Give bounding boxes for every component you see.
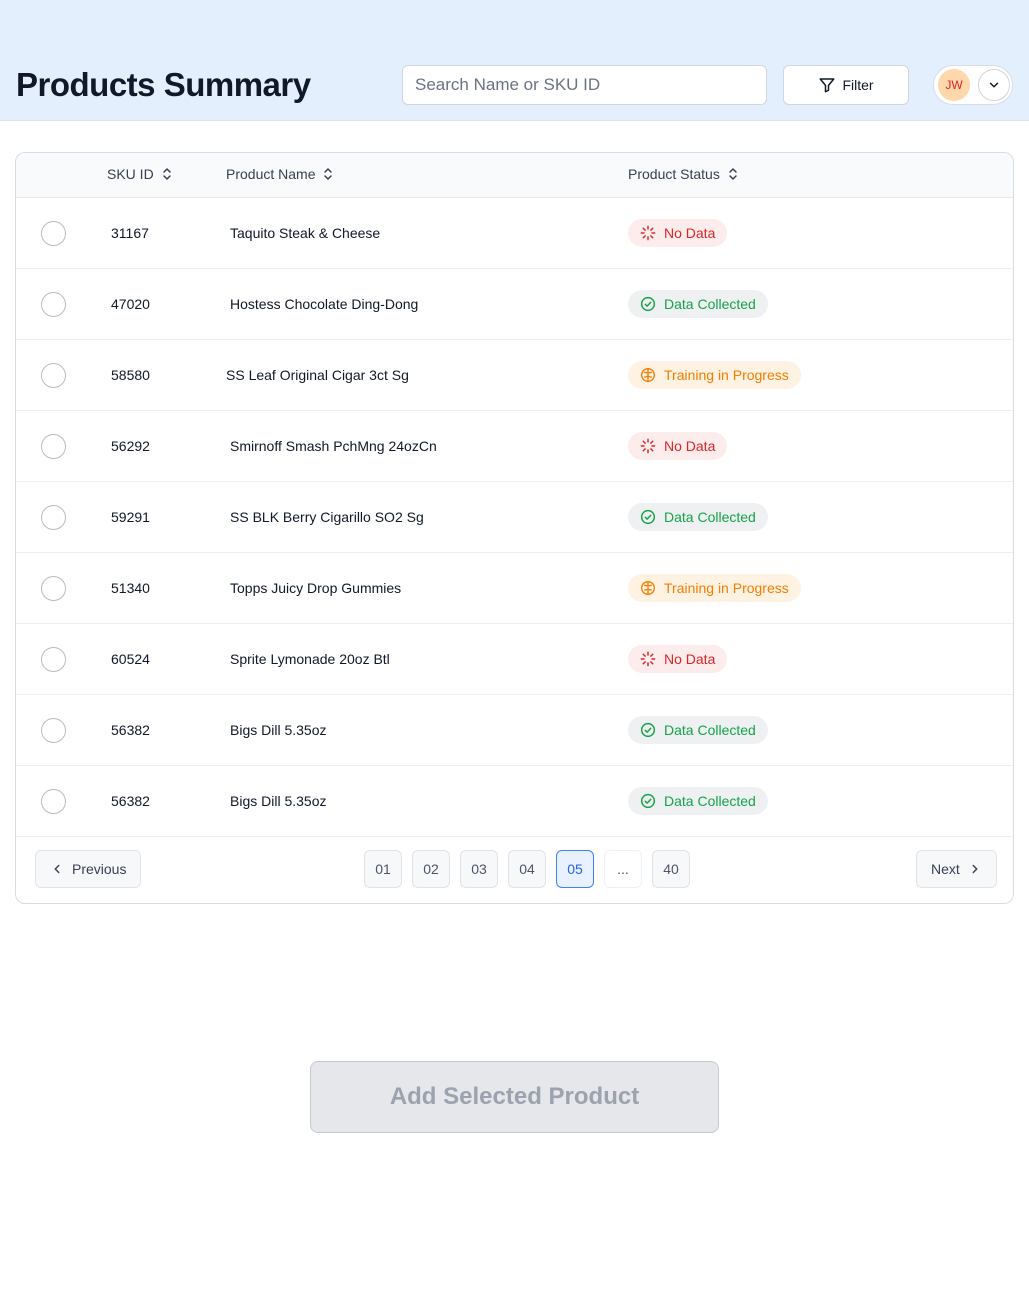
- user-menu-toggle[interactable]: [978, 69, 1010, 101]
- brain-icon: [641, 368, 655, 382]
- chevron-down-icon: [989, 82, 999, 88]
- status-label: Training in Progress: [664, 580, 789, 596]
- product-name-cell: Smirnoff Smash PchMng 24ozCn: [230, 438, 437, 454]
- avatar[interactable]: JW: [938, 69, 970, 101]
- brain-icon: [641, 581, 655, 595]
- row-select-radio[interactable]: [41, 363, 66, 388]
- column-header-name: Product Name: [226, 166, 316, 182]
- sku-id-cell: 56292: [111, 438, 150, 454]
- sort-sku-id[interactable]: SKU ID: [107, 166, 172, 182]
- table-row[interactable]: 56292 Smirnoff Smash PchMng 24ozCn No Data: [16, 411, 1013, 482]
- status-label: Data Collected: [664, 509, 756, 525]
- row-select-radio[interactable]: [41, 647, 66, 672]
- sort-product-status[interactable]: Product Status: [628, 166, 738, 182]
- search-input[interactable]: [402, 65, 767, 105]
- user-menu[interactable]: JW: [933, 65, 1013, 105]
- chevron-right-icon: [972, 864, 978, 874]
- status-badge: Data Collected: [628, 290, 768, 318]
- table-row[interactable]: 31167 Taquito Steak & Cheese No Data: [16, 198, 1013, 269]
- previous-label: Previous: [72, 861, 127, 877]
- table-header: SKU ID Product Name Product Status: [16, 153, 1013, 198]
- page-title: Products Summary: [16, 66, 311, 103]
- table-row[interactable]: 47020 Hostess Chocolate Ding-Dong Data Col…: [16, 269, 1013, 340]
- table-row[interactable]: 51340 Topps Juicy Drop Gummies Training in…: [16, 553, 1013, 624]
- product-name-cell: Sprite Lymonade 20oz Btl: [230, 651, 390, 667]
- page-ellipsis: ...: [604, 850, 642, 888]
- check-circle-icon: [640, 509, 656, 525]
- sku-id-cell: 56382: [111, 793, 150, 809]
- product-name-cell: Bigs Dill 5.35oz: [230, 793, 327, 809]
- row-select-radio[interactable]: [41, 505, 66, 530]
- table-row[interactable]: 56382 Bigs Dill 5.35oz Data Collected: [16, 766, 1013, 837]
- status-badge: No Data: [628, 645, 728, 673]
- next-button[interactable]: Next: [916, 850, 997, 888]
- page-button[interactable]: 02: [412, 850, 450, 888]
- status-badge: No Data: [628, 219, 728, 247]
- page-button[interactable]: 04: [508, 850, 546, 888]
- sort-icon: [324, 168, 333, 180]
- previous-button[interactable]: Previous: [35, 850, 142, 888]
- product-name-cell: Taquito Steak & Cheese: [230, 225, 381, 241]
- pagination: Previous 01 02 03 04 05 ... 40 Next: [16, 835, 1013, 903]
- sku-id-cell: 58580: [111, 367, 150, 383]
- sku-id-cell: 51340: [111, 580, 150, 596]
- status-label: Data Collected: [664, 296, 756, 312]
- product-name-cell: SS BLK Berry Cigarillo SO2 Sg: [230, 509, 424, 525]
- filter-button[interactable]: Filter: [783, 65, 909, 105]
- page-button-current[interactable]: 05: [556, 850, 594, 888]
- sku-id-cell: 56382: [111, 722, 150, 738]
- sku-id-cell: 31167: [111, 225, 149, 241]
- product-name-cell: Topps Juicy Drop Gummies: [230, 580, 402, 596]
- table-row[interactable]: 59291 SS BLK Berry Cigarillo SO2 Sg Data C…: [16, 482, 1013, 553]
- table-row[interactable]: 58580 SS Leaf Original Cigar 3ct Sg Traini…: [16, 340, 1013, 411]
- product-name-cell: Bigs Dill 5.35oz: [230, 722, 327, 738]
- status-badge: Data Collected: [628, 787, 768, 815]
- page-button[interactable]: 01: [364, 850, 402, 888]
- row-select-radio[interactable]: [41, 576, 66, 601]
- filter-icon: [819, 78, 835, 93]
- status-badge: Training in Progress: [628, 361, 801, 389]
- page-button[interactable]: 03: [460, 850, 498, 888]
- row-select-radio[interactable]: [41, 221, 66, 246]
- status-label: Training in Progress: [664, 367, 789, 383]
- status-badge: Data Collected: [628, 503, 768, 531]
- status-badge: No Data: [628, 432, 728, 460]
- loading-spinner-icon: [640, 651, 656, 667]
- status-label: Data Collected: [664, 722, 756, 738]
- check-circle-icon: [640, 296, 656, 312]
- next-label: Next: [931, 861, 960, 877]
- row-select-radio[interactable]: [41, 789, 66, 814]
- check-circle-icon: [640, 793, 656, 809]
- products-table: SKU ID Product Name Product Status 31167…: [15, 152, 1014, 904]
- add-selected-product-button[interactable]: Add Selected Product: [310, 1061, 719, 1133]
- status-label: No Data: [664, 651, 716, 667]
- table-row[interactable]: 60524 Sprite Lymonade 20oz Btl No Data: [16, 624, 1013, 695]
- sort-product-name[interactable]: Product Name: [226, 166, 333, 182]
- sku-id-cell: 60524: [111, 651, 150, 667]
- status-badge: Training in Progress: [628, 574, 801, 602]
- status-label: No Data: [664, 438, 716, 454]
- sku-id-cell: 47020: [111, 296, 150, 312]
- product-name-cell: SS Leaf Original Cigar 3ct Sg: [226, 367, 409, 383]
- filter-label: Filter: [842, 77, 874, 93]
- chevron-left-icon: [54, 864, 60, 874]
- column-header-status: Product Status: [628, 166, 720, 182]
- sku-id-cell: 59291: [111, 509, 150, 525]
- table-row[interactable]: 56382 Bigs Dill 5.35oz Data Collected: [16, 695, 1013, 766]
- status-label: No Data: [664, 225, 716, 241]
- page-header: Products Summary Filter JW: [0, 0, 1029, 121]
- sort-icon: [162, 168, 171, 180]
- check-circle-icon: [640, 722, 656, 738]
- sort-icon: [729, 168, 737, 180]
- status-label: Data Collected: [664, 793, 756, 809]
- row-select-radio[interactable]: [41, 718, 66, 743]
- row-select-radio[interactable]: [41, 292, 66, 317]
- page-button[interactable]: 40: [652, 850, 690, 888]
- loading-spinner-icon: [640, 225, 656, 241]
- status-badge: Data Collected: [628, 716, 768, 744]
- product-name-cell: Hostess Chocolate Ding-Dong: [230, 296, 419, 312]
- row-select-radio[interactable]: [41, 434, 66, 459]
- column-header-sku: SKU ID: [107, 166, 154, 182]
- loading-spinner-icon: [640, 438, 656, 454]
